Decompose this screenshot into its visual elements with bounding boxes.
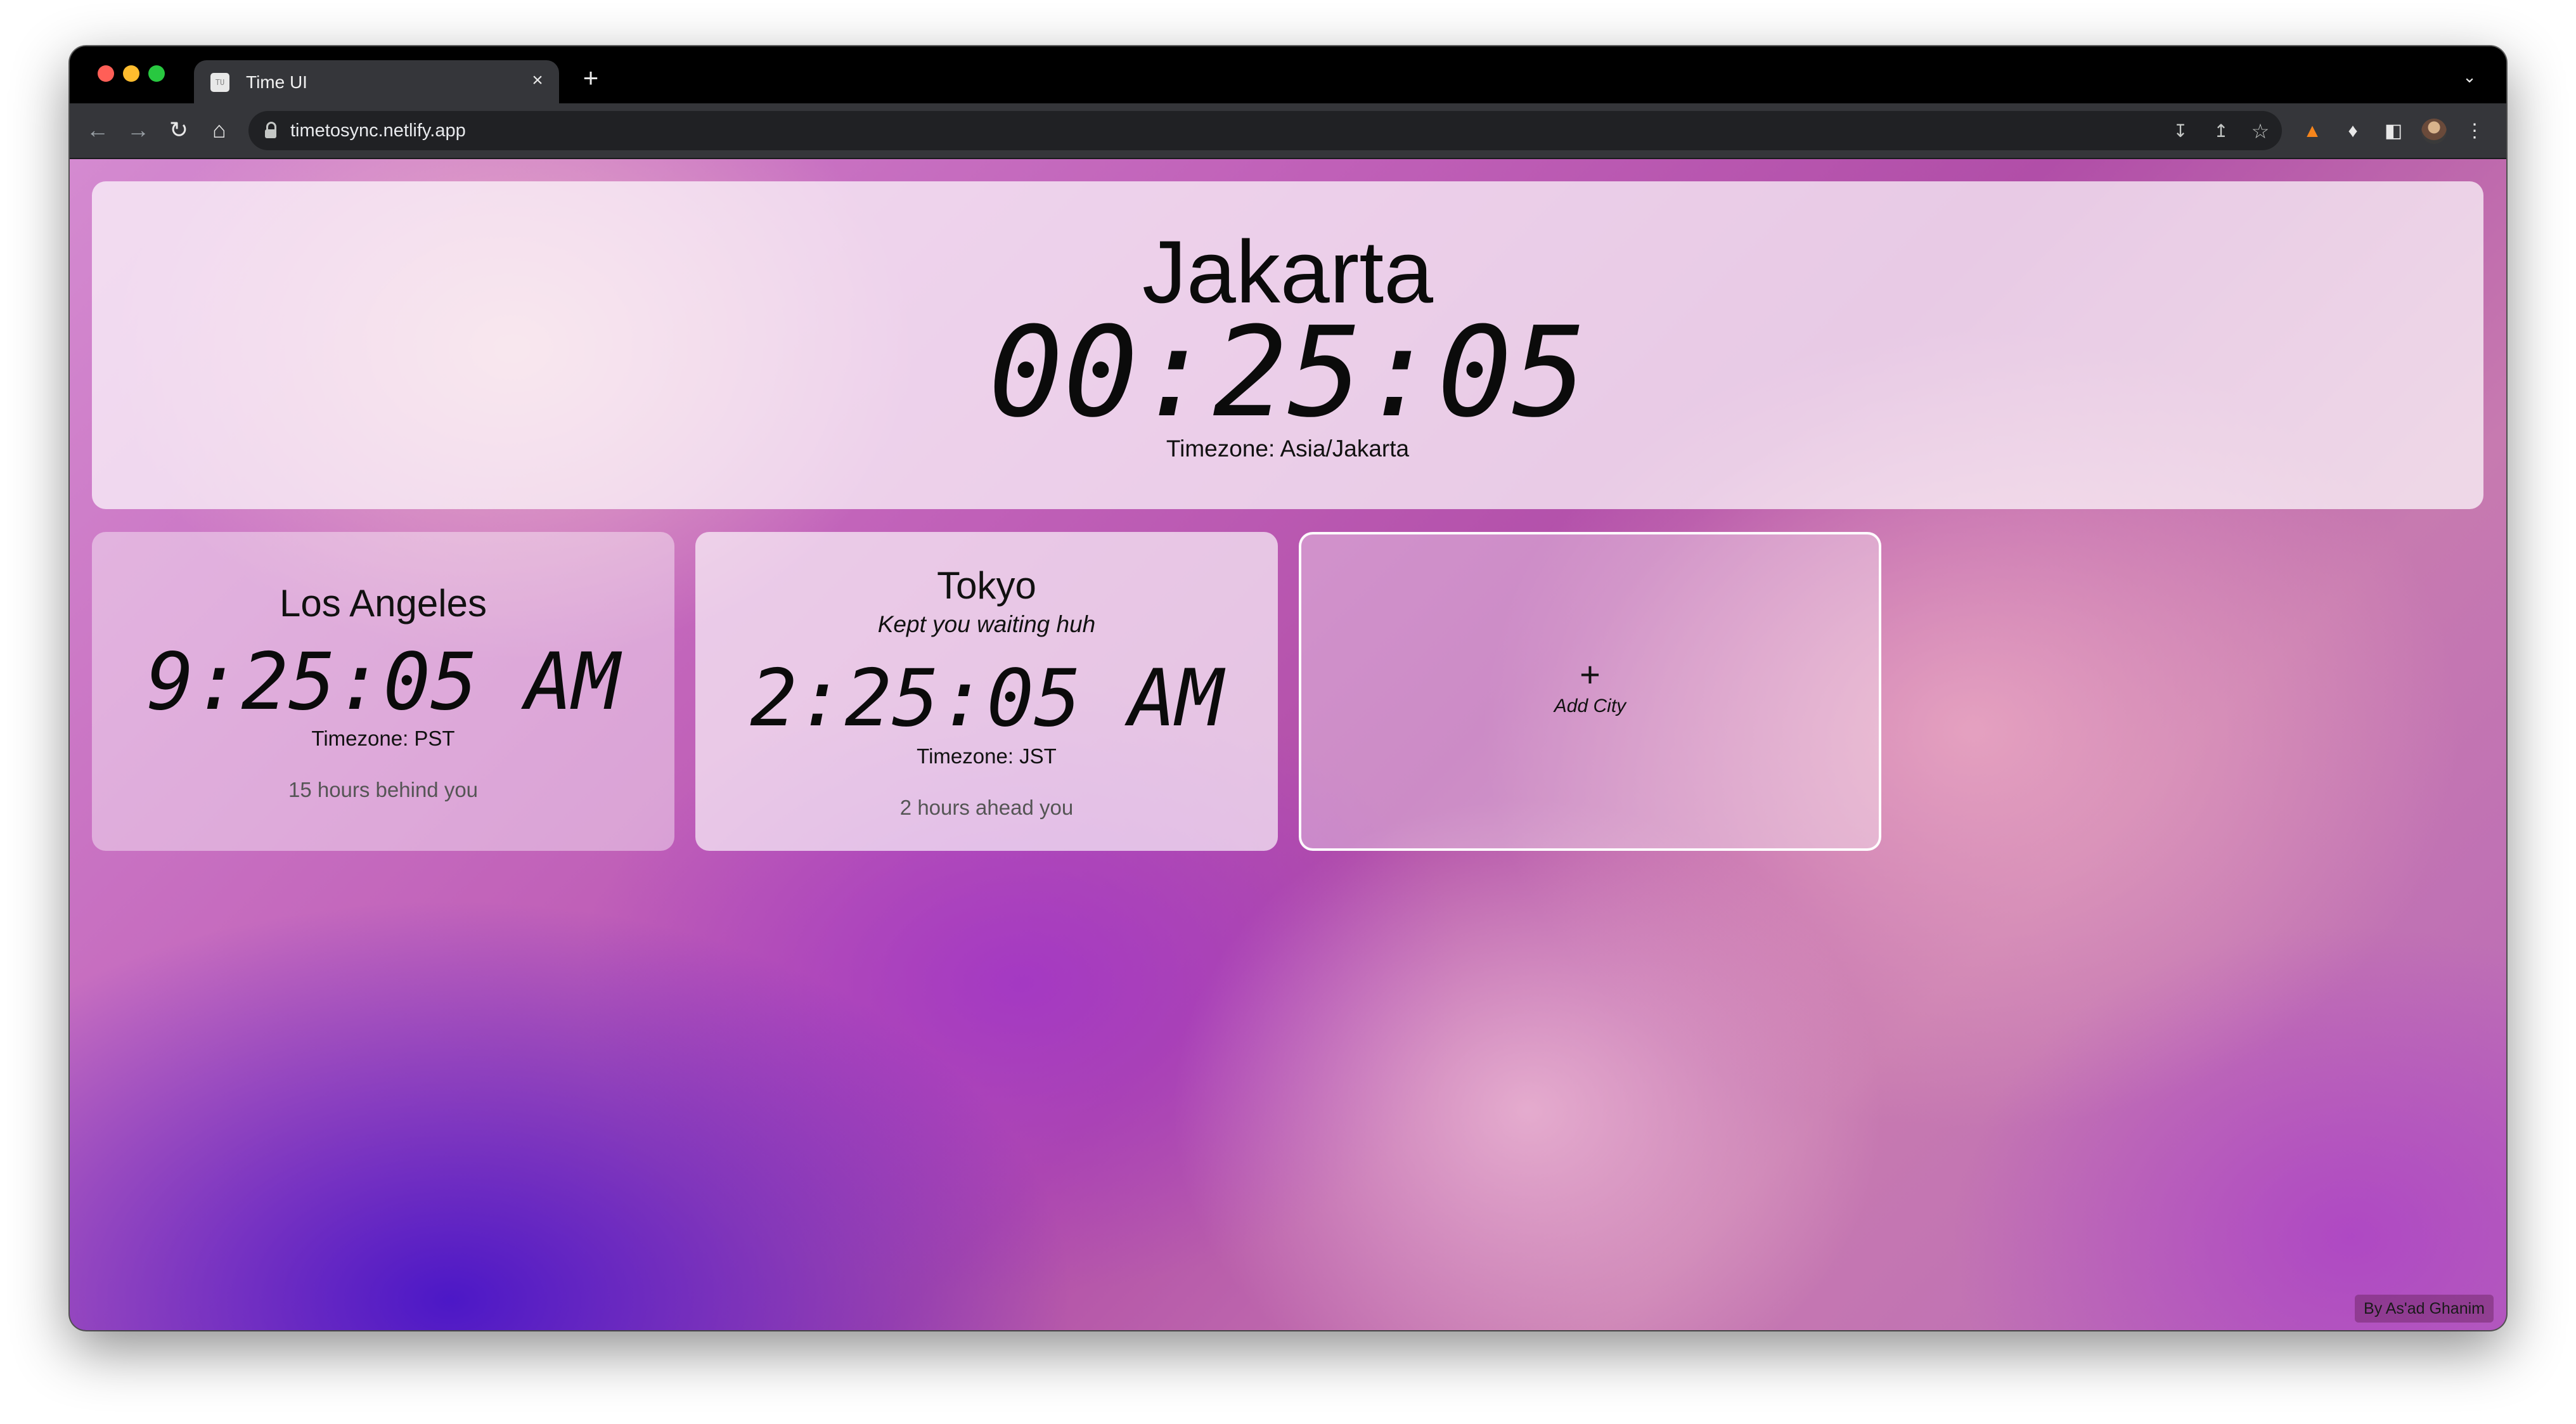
close-window-button[interactable] (98, 65, 114, 82)
city-card-tokyo[interactable]: Tokyo Kept you waiting huh 2:25:05 AM Ti… (695, 532, 1278, 851)
city-note: Kept you waiting huh (877, 611, 1096, 637)
city-card-los-angeles[interactable]: Los Angeles 9:25:05 AM Timezone: PST 15 … (92, 532, 674, 851)
forward-arrow-icon[interactable]: → (123, 115, 153, 145)
city-name: Tokyo (937, 564, 1036, 607)
tab-strip: TU Time UI × + ⌄ (70, 46, 2506, 103)
puzzle-extensions-icon[interactable]: ♦ (2339, 117, 2367, 145)
url-text[interactable]: timetosync.netlify.app (290, 120, 466, 141)
favicon-icon: TU (210, 73, 229, 92)
new-tab-button[interactable]: + (577, 64, 605, 92)
city-time-difference: 15 hours behind you (288, 778, 479, 801)
tab-search-chevron-icon[interactable]: ⌄ (2458, 65, 2481, 88)
star-icon[interactable]: ☆ (2248, 119, 2273, 144)
page-content: Jakarta 00:25:05 Timezone: Asia/Jakarta … (70, 159, 2506, 1330)
city-timezone: Timezone: PST (311, 727, 455, 750)
add-city-button[interactable]: + Add City (1299, 532, 1881, 851)
maximize-window-button[interactable] (148, 65, 165, 82)
home-icon[interactable]: ⌂ (204, 115, 235, 145)
reload-icon[interactable]: ↻ (164, 115, 194, 145)
city-time-difference: 2 hours ahead you (899, 796, 1074, 819)
primary-city-time: 00:25:05 (988, 301, 1587, 445)
city-name: Los Angeles (280, 582, 487, 625)
tab-close-icon[interactable]: × (526, 69, 549, 92)
address-bar[interactable]: timetosync.netlify.app ↧ ↥ ☆ (248, 111, 2282, 150)
browser-toolbar: ← → ↻ ⌂ timetosync.netlify.app ↧ ↥ ☆ ▲ ♦… (70, 103, 2506, 159)
minimize-window-button[interactable] (123, 65, 139, 82)
tab-title: Time UI (246, 72, 307, 92)
lock-icon[interactable] (265, 122, 276, 139)
add-city-label: Add City (1554, 696, 1626, 716)
city-time: 9:25:05 AM (146, 637, 620, 728)
plus-icon: + (1580, 654, 1600, 694)
city-timezone: Timezone: JST (917, 744, 1057, 768)
tab-time-ui[interactable]: TU Time UI × (194, 60, 559, 103)
metamask-fox-icon[interactable]: ▲ (2298, 117, 2326, 145)
primary-city-timezone: Timezone: Asia/Jakarta (1166, 436, 1410, 462)
side-panel-icon[interactable]: ◧ (2380, 117, 2407, 145)
kebab-menu-icon[interactable]: ⋮ (2461, 117, 2489, 145)
share-icon[interactable]: ↥ (2208, 119, 2234, 144)
primary-city-card: Jakarta 00:25:05 Timezone: Asia/Jakarta (92, 181, 2483, 509)
profile-avatar-icon[interactable] (2420, 117, 2448, 145)
install-icon[interactable]: ↧ (2168, 119, 2193, 144)
city-time: 2:25:05 AM (750, 653, 1223, 744)
browser-window: TU Time UI × + ⌄ ← → ↻ ⌂ timetosync.netl… (70, 46, 2506, 1330)
back-arrow-icon[interactable]: ← (82, 115, 113, 145)
author-credit: By As'ad Ghanim (2355, 1295, 2494, 1323)
